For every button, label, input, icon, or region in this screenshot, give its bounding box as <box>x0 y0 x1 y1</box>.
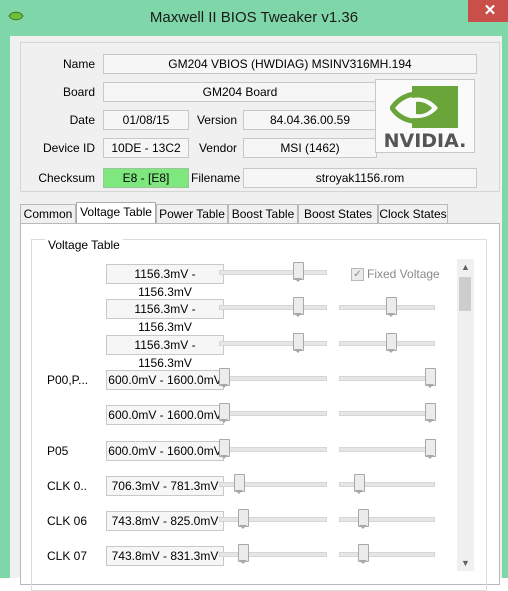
window-title: Maxwell II BIOS Tweaker v1.36 <box>149 9 359 26</box>
slider-thumb[interactable] <box>425 368 436 388</box>
tab-power-table[interactable]: Power Table <box>156 204 228 224</box>
fixed-voltage-label: Fixed Voltage <box>367 267 440 281</box>
slider-thumb[interactable] <box>425 403 436 423</box>
scroll-thumb[interactable] <box>459 277 471 311</box>
slider-track <box>339 552 435 557</box>
slider-thumb[interactable] <box>234 474 245 494</box>
slider-thumb[interactable] <box>425 439 436 459</box>
board-field: GM204 Board <box>103 82 377 102</box>
voltage-range-field: 743.8mV - 825.0mV <box>106 511 224 531</box>
tab-boost-table[interactable]: Boost Table <box>228 204 298 224</box>
min-voltage-slider[interactable] <box>219 474 327 494</box>
max-voltage-slider[interactable] <box>339 333 435 353</box>
voltage-row-label: P00,P... <box>47 373 89 387</box>
board-label: Board <box>62 85 95 99</box>
voltage-range-field: 1156.3mV - 1156.3mV <box>106 299 224 334</box>
max-voltage-slider[interactable] <box>339 439 436 459</box>
slider-track <box>339 447 435 452</box>
voltage-range-field: 600.0mV - 1600.0mV <box>106 370 224 390</box>
voltage-range-field: 1156.3mV - 1156.3mV <box>106 335 224 370</box>
filename-label: Filename <box>191 171 241 185</box>
slider-thumb[interactable] <box>354 474 365 494</box>
checksum-label: Checksum <box>38 171 95 185</box>
min-voltage-slider[interactable] <box>219 262 327 282</box>
voltage-table-panel: Voltage Table ✓ Fixed Voltage 1156.3mV -… <box>20 223 500 591</box>
device-id-field: 10DE - 13C2 <box>103 138 189 158</box>
tab-voltage-table[interactable]: Voltage Table <box>76 202 156 225</box>
voltage-row-label: CLK 07 <box>47 549 88 563</box>
scroll-down-icon[interactable]: ▼ <box>457 555 474 571</box>
max-voltage-slider[interactable] <box>339 297 435 317</box>
nvidia-wordmark: NVIDIA. <box>383 130 467 152</box>
slider-thumb[interactable] <box>386 297 397 317</box>
checksum-field: E8 - [E8] <box>103 168 189 188</box>
min-voltage-slider[interactable] <box>219 368 327 388</box>
slider-thumb[interactable] <box>358 544 369 564</box>
slider-track <box>219 517 327 522</box>
voltage-row-label: CLK 0.. <box>47 479 88 493</box>
slider-track <box>339 411 435 416</box>
voltage-row-label: P05 <box>47 444 69 458</box>
slider-track <box>219 411 327 416</box>
voltage-range-field: 600.0mV - 1600.0mV <box>106 441 224 461</box>
slider-track <box>219 447 327 452</box>
voltage-range-field: 1156.3mV - 1156.3mV <box>106 264 224 299</box>
voltage-range-field: 600.0mV - 1600.0mV <box>106 405 224 425</box>
date-label: Date <box>69 113 95 127</box>
min-voltage-slider[interactable] <box>219 439 327 459</box>
slider-thumb[interactable] <box>219 368 230 388</box>
slider-track <box>219 341 327 346</box>
tab-boost-states[interactable]: Boost States <box>298 204 378 224</box>
slider-track <box>219 270 327 275</box>
min-voltage-slider[interactable] <box>219 297 327 317</box>
voltage-range-field: 706.3mV - 781.3mV <box>106 476 224 496</box>
close-button[interactable]: ✕ <box>468 0 508 22</box>
max-voltage-slider[interactable] <box>339 474 435 494</box>
slider-thumb[interactable] <box>386 333 397 353</box>
min-voltage-slider[interactable] <box>219 333 327 353</box>
slider-track <box>219 552 327 557</box>
slider-track <box>219 305 327 310</box>
slider-thumb[interactable] <box>358 509 369 529</box>
client-area: Name GM204 VBIOS (HWDIAG) MSINV316MH.194… <box>10 36 502 591</box>
max-voltage-slider[interactable] <box>339 368 436 388</box>
tab-common[interactable]: Common <box>20 204 76 224</box>
min-voltage-slider[interactable] <box>219 509 327 529</box>
slider-thumb[interactable] <box>293 262 304 282</box>
voltage-range-field: 743.8mV - 831.3mV <box>106 546 224 566</box>
title-bar[interactable]: Maxwell II BIOS Tweaker v1.36 ✕ <box>0 0 508 38</box>
version-field: 84.04.36.00.59 <box>243 110 377 130</box>
slider-track <box>339 517 435 522</box>
name-label: Name <box>62 57 95 71</box>
slider-track <box>219 376 327 381</box>
vendor-field: MSI (1462) <box>243 138 377 158</box>
slider-thumb[interactable] <box>238 509 249 529</box>
slider-thumb[interactable] <box>219 403 230 423</box>
slider-thumb[interactable] <box>293 333 304 353</box>
fixed-voltage-checkbox[interactable]: ✓ <box>351 268 364 281</box>
slider-thumb[interactable] <box>293 297 304 317</box>
device-id-label: Device ID <box>42 141 95 155</box>
slider-thumb[interactable] <box>238 544 249 564</box>
voltage-row-label: CLK 06 <box>47 514 88 528</box>
voltage-table-title: Voltage Table <box>45 238 123 252</box>
min-voltage-slider[interactable] <box>219 544 327 564</box>
version-label: Version <box>196 113 237 127</box>
nvidia-logo: NVIDIA. <box>375 79 475 153</box>
filename-field: stroyak1156.rom <box>243 168 477 188</box>
min-voltage-slider[interactable] <box>219 403 327 423</box>
scroll-up-icon[interactable]: ▲ <box>457 259 474 275</box>
slider-track <box>339 376 435 381</box>
date-field: 01/08/15 <box>103 110 189 130</box>
tab-clock-states[interactable]: Clock States <box>378 204 448 224</box>
name-field: GM204 VBIOS (HWDIAG) MSINV316MH.194 <box>103 54 477 74</box>
max-voltage-slider[interactable] <box>339 544 435 564</box>
vendor-label: Vendor <box>198 141 237 155</box>
max-voltage-slider[interactable] <box>339 403 436 423</box>
bios-info-panel: Name GM204 VBIOS (HWDIAG) MSINV316MH.194… <box>20 42 500 192</box>
vertical-scrollbar[interactable]: ▲ ▼ <box>457 259 474 571</box>
nvidia-eye-icon <box>390 86 458 128</box>
max-voltage-slider[interactable] <box>339 509 435 529</box>
slider-thumb[interactable] <box>219 439 230 459</box>
